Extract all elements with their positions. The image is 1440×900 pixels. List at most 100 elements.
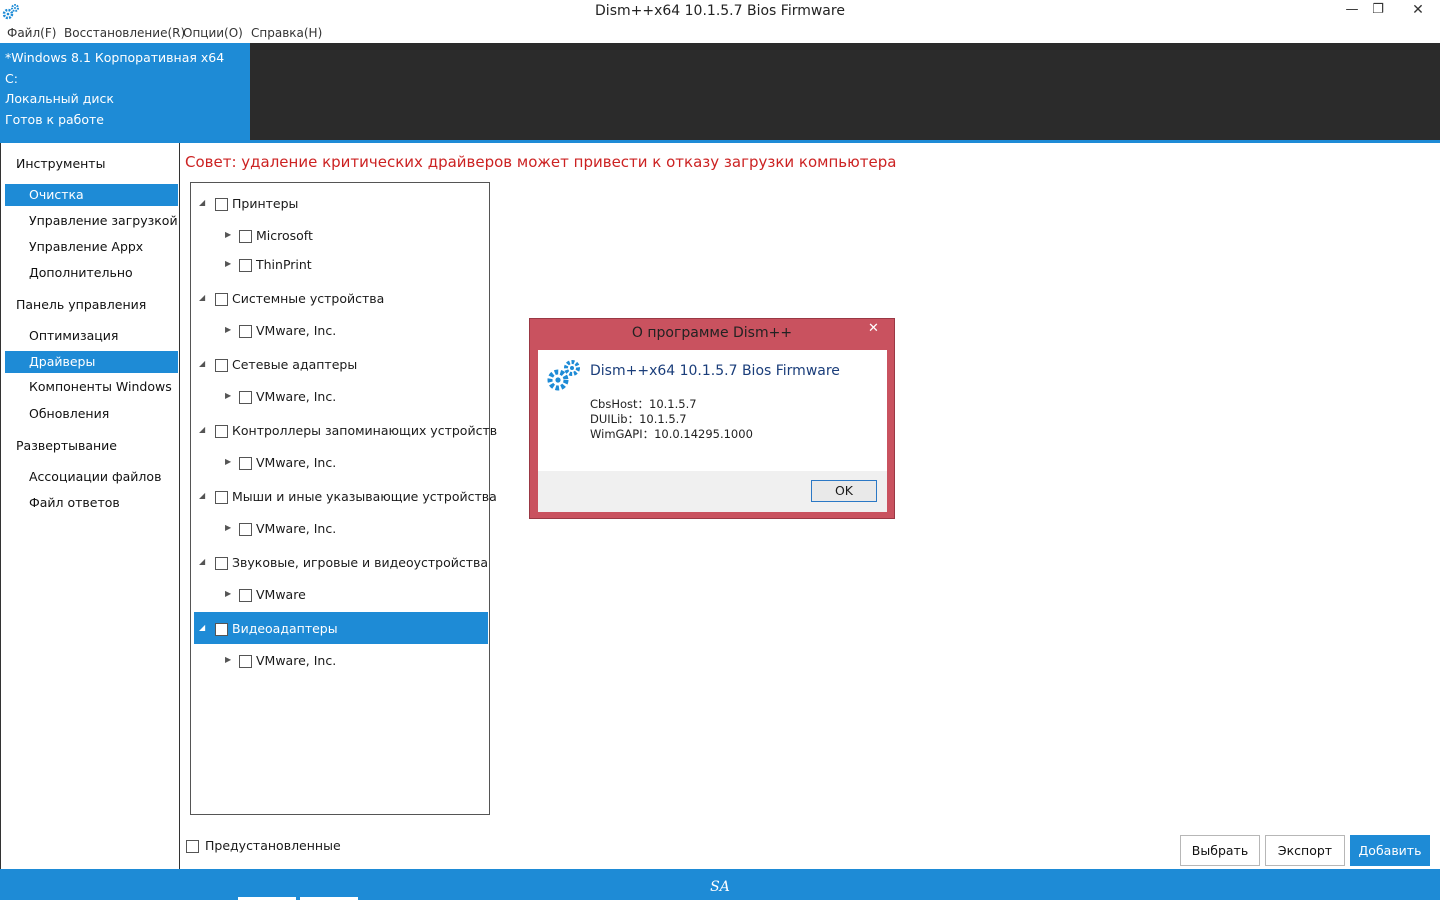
child-label: VMware bbox=[256, 587, 306, 602]
child-checkbox[interactable] bbox=[239, 391, 252, 404]
category-label: Видеоадаптеры bbox=[232, 621, 338, 636]
category-label: Звуковые, игровые и видеоустройства bbox=[232, 555, 489, 570]
category-checkbox[interactable] bbox=[215, 557, 228, 570]
collapsed-arrow-icon[interactable]: ▶ bbox=[225, 391, 231, 400]
child-label: VMware, Inc. bbox=[256, 653, 337, 668]
driver-tree: ◢ Принтеры ▶ Microsoft ▶ ThinPrint ◢ Сис… bbox=[190, 182, 497, 815]
sidebar-group-deployment: Развертывание bbox=[16, 438, 118, 453]
child-checkbox[interactable] bbox=[239, 325, 252, 338]
gears-icon bbox=[547, 360, 580, 391]
tree-child[interactable]: ▶ VMware, Inc. bbox=[194, 314, 488, 346]
header-divider bbox=[0, 140, 1440, 143]
child-checkbox[interactable] bbox=[239, 259, 252, 272]
category-checkbox[interactable] bbox=[215, 491, 228, 504]
tree-category[interactable]: ◢ Звуковые, игровые и видеоустройства bbox=[194, 546, 488, 578]
child-label: VMware, Inc. bbox=[256, 521, 337, 536]
child-checkbox[interactable] bbox=[239, 457, 252, 470]
sidebar-item-drivers[interactable]: Драйверы bbox=[5, 351, 178, 373]
title-bar: Dism++x64 10.1.5.7 Bios Firmware — ❐ ✕ bbox=[0, 0, 1440, 24]
child-checkbox[interactable] bbox=[239, 230, 252, 243]
os-name: *Windows 8.1 Корпоративная x64 bbox=[5, 50, 225, 65]
tree-child[interactable]: ▶ ThinPrint bbox=[194, 248, 488, 280]
sidebar-item-answer-file[interactable]: Файл ответов bbox=[5, 492, 178, 514]
dialog-cbshost-version: CbsHost：10.1.5.7 bbox=[590, 397, 697, 411]
session-header: *Windows 8.1 Корпоративная x64 C: Локаль… bbox=[0, 43, 1440, 140]
close-button[interactable]: ✕ bbox=[1398, 0, 1438, 22]
category-checkbox[interactable] bbox=[215, 293, 228, 306]
child-checkbox[interactable] bbox=[239, 523, 252, 536]
sidebar-item-appx[interactable]: Управление Appx bbox=[5, 236, 178, 258]
expanded-arrow-icon[interactable]: ◢ bbox=[199, 359, 205, 368]
collapsed-arrow-icon[interactable]: ▶ bbox=[225, 589, 231, 598]
menu-options[interactable]: Опции(O) bbox=[183, 26, 243, 40]
select-all-button[interactable]: Выбрать все bbox=[1180, 835, 1260, 887]
dialog-ok-button[interactable]: OK bbox=[811, 480, 877, 502]
menu-bar: Файл(F) Восстановление(R) Опции(O) Справ… bbox=[0, 24, 1440, 43]
tree-child[interactable]: ▶ VMware, Inc. bbox=[194, 380, 488, 412]
menu-help[interactable]: Справка(H) bbox=[251, 26, 322, 40]
expanded-arrow-icon[interactable]: ◢ bbox=[199, 293, 205, 302]
expanded-arrow-icon[interactable]: ◢ bbox=[199, 557, 205, 566]
child-label: Microsoft bbox=[256, 228, 313, 243]
preinstalled-checkbox[interactable] bbox=[186, 840, 199, 853]
tree-category[interactable]: ◢ Контроллеры запоминающих устройств bbox=[194, 414, 497, 446]
tree-category[interactable]: ◢ Сетевые адаптеры bbox=[194, 348, 488, 380]
tree-child[interactable]: ▶ VMware, Inc. bbox=[194, 644, 488, 676]
window-title: Dism++x64 10.1.5.7 Bios Firmware bbox=[595, 3, 845, 19]
menu-file[interactable]: Файл(F) bbox=[7, 26, 56, 40]
tree-category[interactable]: ◢ Мыши и иные указывающие устройства bbox=[194, 480, 497, 512]
expanded-arrow-icon[interactable]: ◢ bbox=[199, 491, 205, 500]
sidebar-group-control-panel: Панель управления bbox=[16, 297, 147, 312]
add-button[interactable]: Добавить bbox=[1350, 835, 1430, 866]
minimize-button[interactable]: — bbox=[1340, 0, 1364, 22]
category-checkbox[interactable] bbox=[215, 623, 228, 636]
session-info[interactable]: *Windows 8.1 Корпоративная x64 C: Локаль… bbox=[0, 43, 250, 140]
tree-child[interactable]: ▶ VMware, Inc. bbox=[194, 446, 488, 478]
sidebar-item-advanced[interactable]: Дополнительно bbox=[5, 262, 178, 284]
export-button[interactable]: Экспорт bbox=[1265, 835, 1345, 866]
maximize-button[interactable]: ❐ bbox=[1366, 0, 1390, 22]
category-label: Мыши и иные указывающие устройства bbox=[232, 489, 497, 504]
tree-child[interactable]: ▶ Microsoft bbox=[194, 219, 488, 251]
sidebar: Инструменты Очистка Управление загрузкой… bbox=[0, 143, 180, 869]
collapsed-arrow-icon[interactable]: ▶ bbox=[225, 325, 231, 334]
collapsed-arrow-icon[interactable]: ▶ bbox=[225, 230, 231, 239]
tree-category-selected[interactable]: ◢ Видеоадаптеры bbox=[194, 612, 488, 644]
category-checkbox[interactable] bbox=[215, 425, 228, 438]
drive-letter: C: bbox=[5, 70, 18, 86]
tree-category[interactable]: ◢ Принтеры bbox=[194, 187, 488, 219]
tree-category[interactable]: ◢ Системные устройства bbox=[194, 282, 488, 314]
child-checkbox[interactable] bbox=[239, 589, 252, 602]
collapsed-arrow-icon[interactable]: ▶ bbox=[225, 457, 231, 466]
sidebar-item-file-associations[interactable]: Ассоциации файлов bbox=[5, 466, 178, 488]
collapsed-arrow-icon[interactable]: ▶ bbox=[225, 655, 231, 664]
dialog-wimgapi-version: WimGAPI：10.0.14295.1000 bbox=[590, 427, 753, 441]
category-label: Контроллеры запоминающих устройств bbox=[232, 423, 498, 438]
dialog-content: Dism++x64 10.1.5.7 Bios Firmware CbsHost… bbox=[538, 350, 887, 471]
tree-child[interactable]: ▶ VMware, Inc. bbox=[194, 512, 488, 544]
menu-restore[interactable]: Восстановление(R) bbox=[64, 26, 185, 40]
dialog-heading: Dism++x64 10.1.5.7 Bios Firmware bbox=[590, 363, 840, 379]
sidebar-item-boot[interactable]: Управление загрузкой bbox=[5, 210, 178, 232]
tree-child[interactable]: ▶ VMware bbox=[194, 578, 488, 610]
preinstalled-option[interactable]: Предустановленные bbox=[186, 838, 341, 853]
sidebar-item-optimization[interactable]: Оптимизация bbox=[5, 325, 178, 347]
expanded-arrow-icon[interactable]: ◢ bbox=[199, 198, 205, 207]
category-checkbox[interactable] bbox=[215, 198, 228, 211]
child-label: VMware, Inc. bbox=[256, 455, 337, 470]
expanded-arrow-icon[interactable]: ◢ bbox=[199, 425, 205, 434]
dialog-close-button[interactable]: ✕ bbox=[857, 319, 890, 339]
child-label: ThinPrint bbox=[256, 257, 312, 272]
collapsed-arrow-icon[interactable]: ▶ bbox=[225, 523, 231, 532]
dialog-title: О программе Dism++ bbox=[631, 325, 793, 341]
sidebar-item-windows-components[interactable]: Компоненты Windows bbox=[5, 376, 178, 398]
child-checkbox[interactable] bbox=[239, 655, 252, 668]
collapsed-arrow-icon[interactable]: ▶ bbox=[225, 259, 231, 268]
about-dialog: О программе Dism++ ✕ Dism++x64 10.1.5.7 … bbox=[529, 318, 895, 519]
category-checkbox[interactable] bbox=[215, 359, 228, 372]
child-label: VMware, Inc. bbox=[256, 389, 337, 404]
expanded-arrow-icon[interactable]: ◢ bbox=[199, 623, 205, 632]
sidebar-item-cleanup[interactable]: Очистка bbox=[5, 184, 178, 206]
warning-tip: Совет: удаление критических драйверов мо… bbox=[185, 153, 897, 171]
sidebar-item-updates[interactable]: Обновления bbox=[5, 403, 178, 425]
